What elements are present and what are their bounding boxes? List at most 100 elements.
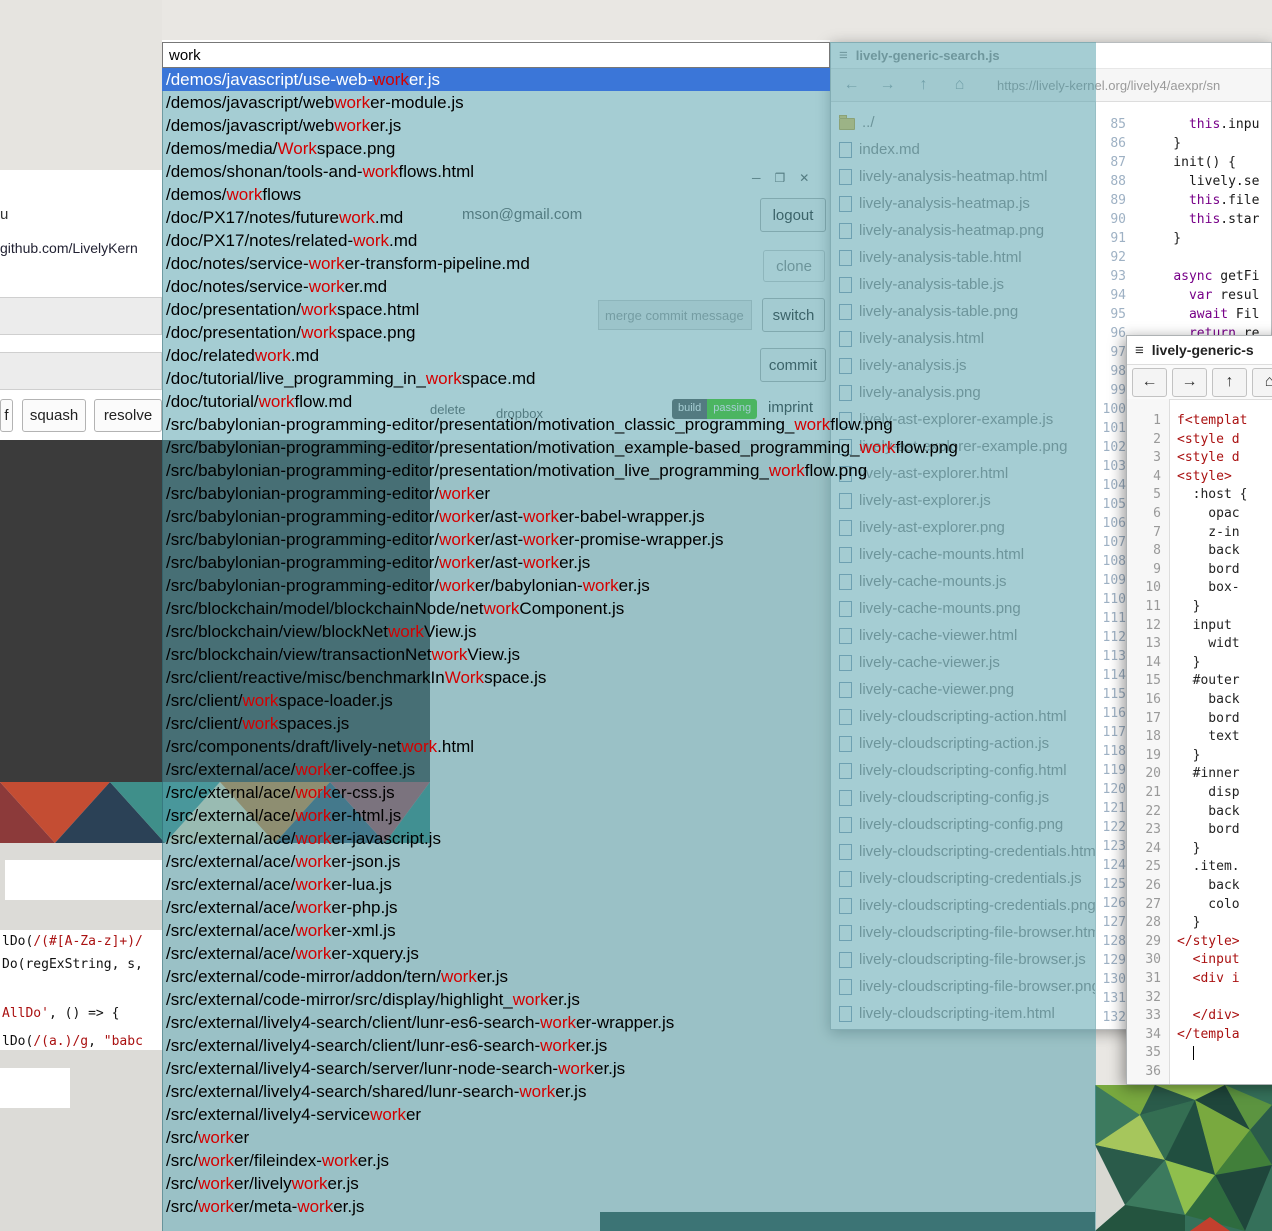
search-result-item[interactable]: /src/external/ace/worker-lua.js: [162, 873, 392, 896]
search-result-item[interactable]: /src/babylonian-programming-editor/worke…: [162, 574, 650, 597]
search-result-item[interactable]: /demos/workflows: [162, 183, 301, 206]
match-highlight: work: [523, 553, 559, 572]
code-text: </div>: [1177, 1006, 1240, 1025]
search-result-item[interactable]: /src/babylonian-programming-editor/worke…: [162, 482, 490, 505]
search-result-item[interactable]: /demos/javascript/webworker.js: [162, 114, 401, 137]
search-result-item[interactable]: /src/external/ace/worker-xquery.js: [162, 942, 419, 965]
match-highlight: work: [198, 1151, 234, 1170]
github-link[interactable]: github.com/LivelyKern: [0, 240, 138, 256]
up-button[interactable]: ↑: [1212, 368, 1247, 397]
match-highlight: work: [226, 185, 262, 204]
background-code-editor[interactable]: lDo(/(#[A-Za-z]+)/Do(regExString, s,AllD…: [0, 930, 162, 1050]
search-result-item[interactable]: /src/external/ace/worker-html.js: [162, 804, 401, 827]
search-result-item[interactable]: /src/external/lively4-search/shared/lunr…: [162, 1080, 586, 1103]
search-result-item[interactable]: /doc/PX17/notes/related-work.md: [162, 229, 417, 252]
editor-line: 30 <input: [1127, 950, 1272, 969]
search-result-item[interactable]: /doc/tutorial/workflow.md: [162, 390, 352, 413]
forward-button[interactable]: →: [1172, 368, 1207, 397]
search-result-item[interactable]: /src/babylonian-programming-editor/worke…: [162, 505, 705, 528]
search-result-item[interactable]: /src/external/ace/worker-javascript.js: [162, 827, 441, 850]
code-text: <style>: [1177, 467, 1232, 486]
search-result-item[interactable]: /doc/tutorial/live_programming_in_worksp…: [162, 367, 535, 390]
search-result-item[interactable]: /src/client/workspace-loader.js: [162, 689, 393, 712]
code-text: #inner: [1177, 764, 1240, 783]
home-button[interactable]: ⌂: [1252, 368, 1272, 397]
search-result-item[interactable]: /src/blockchain/view/transactionNetworkV…: [162, 643, 520, 666]
clipped-button[interactable]: f: [0, 399, 13, 432]
search-result-item[interactable]: /src/worker/meta-worker.js: [162, 1195, 364, 1218]
line-number: 120: [1096, 780, 1126, 799]
search-result-item[interactable]: /src/external/code-mirror/src/display/hi…: [162, 988, 580, 1011]
search-result-item[interactable]: /doc/relatedwork.md: [162, 344, 319, 367]
search-result-item[interactable]: /demos/javascript/use-web-worker.js: [162, 68, 830, 91]
editor-line: 23 bord: [1127, 820, 1272, 839]
search-result-item[interactable]: /src/babylonian-programming-editor/prese…: [162, 436, 958, 459]
squash-button[interactable]: squash: [22, 399, 86, 432]
search-input[interactable]: [162, 42, 830, 68]
search-result-item[interactable]: /src/worker: [162, 1126, 249, 1149]
search-result-item[interactable]: /src/external/ace/worker-coffee.js: [162, 758, 415, 781]
editor-line: 8 back: [1127, 541, 1272, 560]
search-result-item[interactable]: /doc/notes/service-worker-transform-pipe…: [162, 252, 530, 275]
line-number: 93: [1096, 267, 1126, 286]
search-result-item[interactable]: /src/worker/fileindex-worker.js: [162, 1149, 389, 1172]
search-result-item[interactable]: /doc/notes/service-worker.md: [162, 275, 387, 298]
line-number: 112: [1096, 628, 1126, 647]
search-result-item[interactable]: /src/babylonian-programming-editor/worke…: [162, 551, 590, 574]
search-result-item[interactable]: /src/blockchain/model/blockchainNode/net…: [162, 597, 624, 620]
resolve-button[interactable]: resolve: [94, 399, 162, 432]
search-result-item[interactable]: /src/external/lively4-serviceworker: [162, 1103, 421, 1126]
match-highlight: work: [439, 553, 475, 572]
search-result-item[interactable]: /src/external/ace/worker-json.js: [162, 850, 400, 873]
line-number: 35: [1127, 1043, 1161, 1062]
code-text: <style d: [1177, 448, 1240, 467]
search-result-item[interactable]: /src/babylonian-programming-editor/prese…: [162, 413, 893, 436]
line-number: 131: [1096, 989, 1126, 1008]
back-button[interactable]: ←: [1132, 368, 1167, 397]
line-number: 105: [1096, 495, 1126, 514]
editor-line: 21 disp: [1127, 783, 1272, 802]
line-number: 108: [1096, 552, 1126, 571]
template-code-editor[interactable]: 1f<templat2<style d3<style d4<style>5 :h…: [1127, 399, 1272, 1084]
text-field[interactable]: [0, 352, 162, 390]
search-result-item[interactable]: /src/external/ace/worker-xml.js: [162, 919, 396, 942]
search-result-item[interactable]: /src/blockchain/view/blockNetworkView.js: [162, 620, 477, 643]
search-result-item[interactable]: /src/babylonian-programming-editor/worke…: [162, 528, 723, 551]
editor-line: 87 init() {: [1096, 153, 1271, 172]
search-result-item[interactable]: /src/components/draft/lively-network.htm…: [162, 735, 474, 758]
search-result-item[interactable]: /doc/presentation/workspace.html: [162, 298, 419, 321]
search-result-item[interactable]: /src/external/lively4-search/server/lunr…: [162, 1057, 625, 1080]
menu-icon[interactable]: ≡: [1135, 343, 1144, 358]
search-result-item[interactable]: /src/external/lively4-search/client/lunr…: [162, 1011, 674, 1034]
match-highlight: work: [309, 277, 345, 296]
search-result-item[interactable]: /src/external/code-mirror/addon/tern/wor…: [162, 965, 508, 988]
line-number: 14: [1127, 653, 1161, 672]
search-result-item[interactable]: /src/client/workspaces.js: [162, 712, 349, 735]
search-result-item[interactable]: /src/external/ace/worker-css.js: [162, 781, 395, 804]
search-result-item[interactable]: /demos/shonan/tools-and-workflows.html: [162, 160, 474, 183]
search-result-item[interactable]: /src/babylonian-programming-editor/prese…: [162, 459, 867, 482]
line-number: 22: [1127, 802, 1161, 821]
line-number: 129: [1096, 951, 1126, 970]
match-highlight: work: [295, 760, 331, 779]
code-text: :host {: [1177, 485, 1247, 504]
search-result-item[interactable]: /doc/presentation/workspace.png: [162, 321, 416, 344]
search-result-item[interactable]: /demos/media/Workspace.png: [162, 137, 395, 160]
line-number: 21: [1127, 783, 1161, 802]
line-number: 85: [1096, 115, 1126, 134]
editor-line: 27 colo: [1127, 895, 1272, 914]
window-titlebar[interactable]: ≡ lively-generic-s: [1127, 336, 1272, 365]
text-field[interactable]: [0, 297, 162, 335]
search-result-item[interactable]: /src/external/ace/worker-php.js: [162, 896, 398, 919]
search-result-item[interactable]: /src/client/reactive/misc/benchmarkInWor…: [162, 666, 546, 689]
code-text: bord: [1177, 820, 1240, 839]
search-result-item[interactable]: /src/external/lively4-search/client/lunr…: [162, 1034, 607, 1057]
code-text: var resul: [1142, 286, 1259, 305]
match-highlight: work: [259, 392, 295, 411]
search-result-item[interactable]: /doc/PX17/notes/futurework.md: [162, 206, 403, 229]
line-number: 5: [1127, 485, 1161, 504]
search-result-item[interactable]: /demos/javascript/webworker-module.js: [162, 91, 464, 114]
line-number: 6: [1127, 504, 1161, 523]
match-highlight: work: [540, 1036, 576, 1055]
search-result-item[interactable]: /src/worker/livelyworker.js: [162, 1172, 359, 1195]
